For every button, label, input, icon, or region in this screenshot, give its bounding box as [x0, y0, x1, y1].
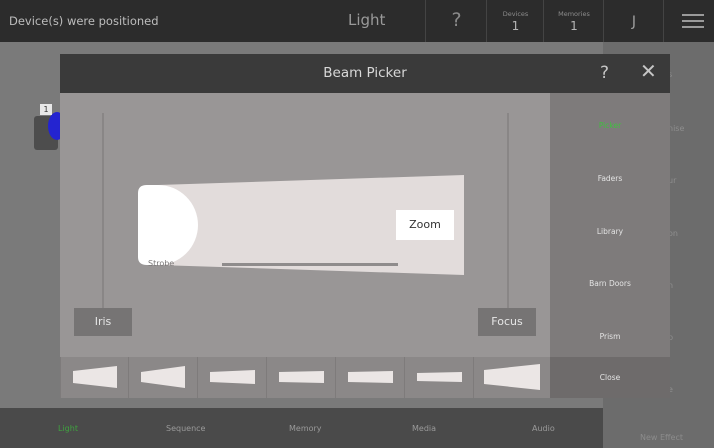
close-button[interactable]: Close: [550, 357, 670, 398]
status-message: Device(s) were positioned: [9, 14, 159, 28]
beam-preset-4[interactable]: [266, 357, 336, 398]
fixture-number-badge: 1: [40, 104, 52, 115]
memories-counter[interactable]: Memories 1: [543, 0, 604, 42]
side-item-2[interactable]: nise: [668, 124, 684, 133]
beam-preset-2[interactable]: [128, 357, 198, 398]
menu-faders[interactable]: Faders: [550, 174, 670, 183]
beam-canvas[interactable]: Strobe Zoom Iris Focus: [60, 93, 550, 357]
new-effect-button[interactable]: New Effect: [640, 433, 683, 442]
page-title: Light: [348, 11, 386, 29]
menu-library[interactable]: Library: [550, 227, 670, 236]
devices-count: 1: [511, 19, 520, 33]
memories-count: 1: [570, 19, 578, 33]
zoom-track[interactable]: [222, 263, 398, 266]
dialog-header: Beam Picker ? ✕: [60, 54, 670, 93]
beam-preset-5[interactable]: [335, 357, 405, 398]
top-bar: Device(s) were positioned Light ? Device…: [0, 0, 714, 42]
menu-picker[interactable]: Picker: [550, 121, 670, 130]
strobe-label[interactable]: Strobe: [148, 259, 174, 268]
tab-audio[interactable]: Audio: [532, 424, 555, 433]
iris-button[interactable]: Iris: [74, 308, 132, 336]
beam-preset-strip: [60, 357, 550, 398]
beam-picker-menu: Picker Faders Library Barn Doors Prism: [550, 93, 670, 398]
dialog-title: Beam Picker: [323, 65, 407, 81]
menu-barn-doors[interactable]: Barn Doors: [550, 279, 670, 288]
devices-label: Devices: [502, 10, 529, 18]
devices-counter[interactable]: Devices 1: [486, 0, 544, 42]
beam-preset-3[interactable]: [197, 357, 267, 398]
zoom-handle[interactable]: Zoom: [396, 210, 454, 240]
beam-preset-6[interactable]: [404, 357, 474, 398]
close-icon[interactable]: ✕: [640, 61, 657, 81]
beam-picker-dialog: Beam Picker ? ✕ Strobe Zoom Iris Focus P…: [60, 54, 670, 398]
memories-label: Memories: [558, 10, 590, 18]
beam-preset-1[interactable]: [60, 357, 129, 398]
beam-shape[interactable]: [60, 93, 550, 357]
hamburger-menu-icon[interactable]: [663, 0, 714, 42]
menu-prism[interactable]: Prism: [550, 332, 670, 341]
tab-sequence[interactable]: Sequence: [166, 424, 205, 433]
beam-preset-7[interactable]: [473, 357, 551, 398]
dialog-help-button[interactable]: ?: [600, 63, 609, 83]
tab-media[interactable]: Media: [412, 424, 436, 433]
focus-button[interactable]: Focus: [478, 308, 536, 336]
tab-light[interactable]: Light: [58, 424, 78, 433]
user-button[interactable]: J: [603, 0, 664, 42]
help-button[interactable]: ?: [425, 0, 487, 42]
tab-memory[interactable]: Memory: [289, 424, 322, 433]
